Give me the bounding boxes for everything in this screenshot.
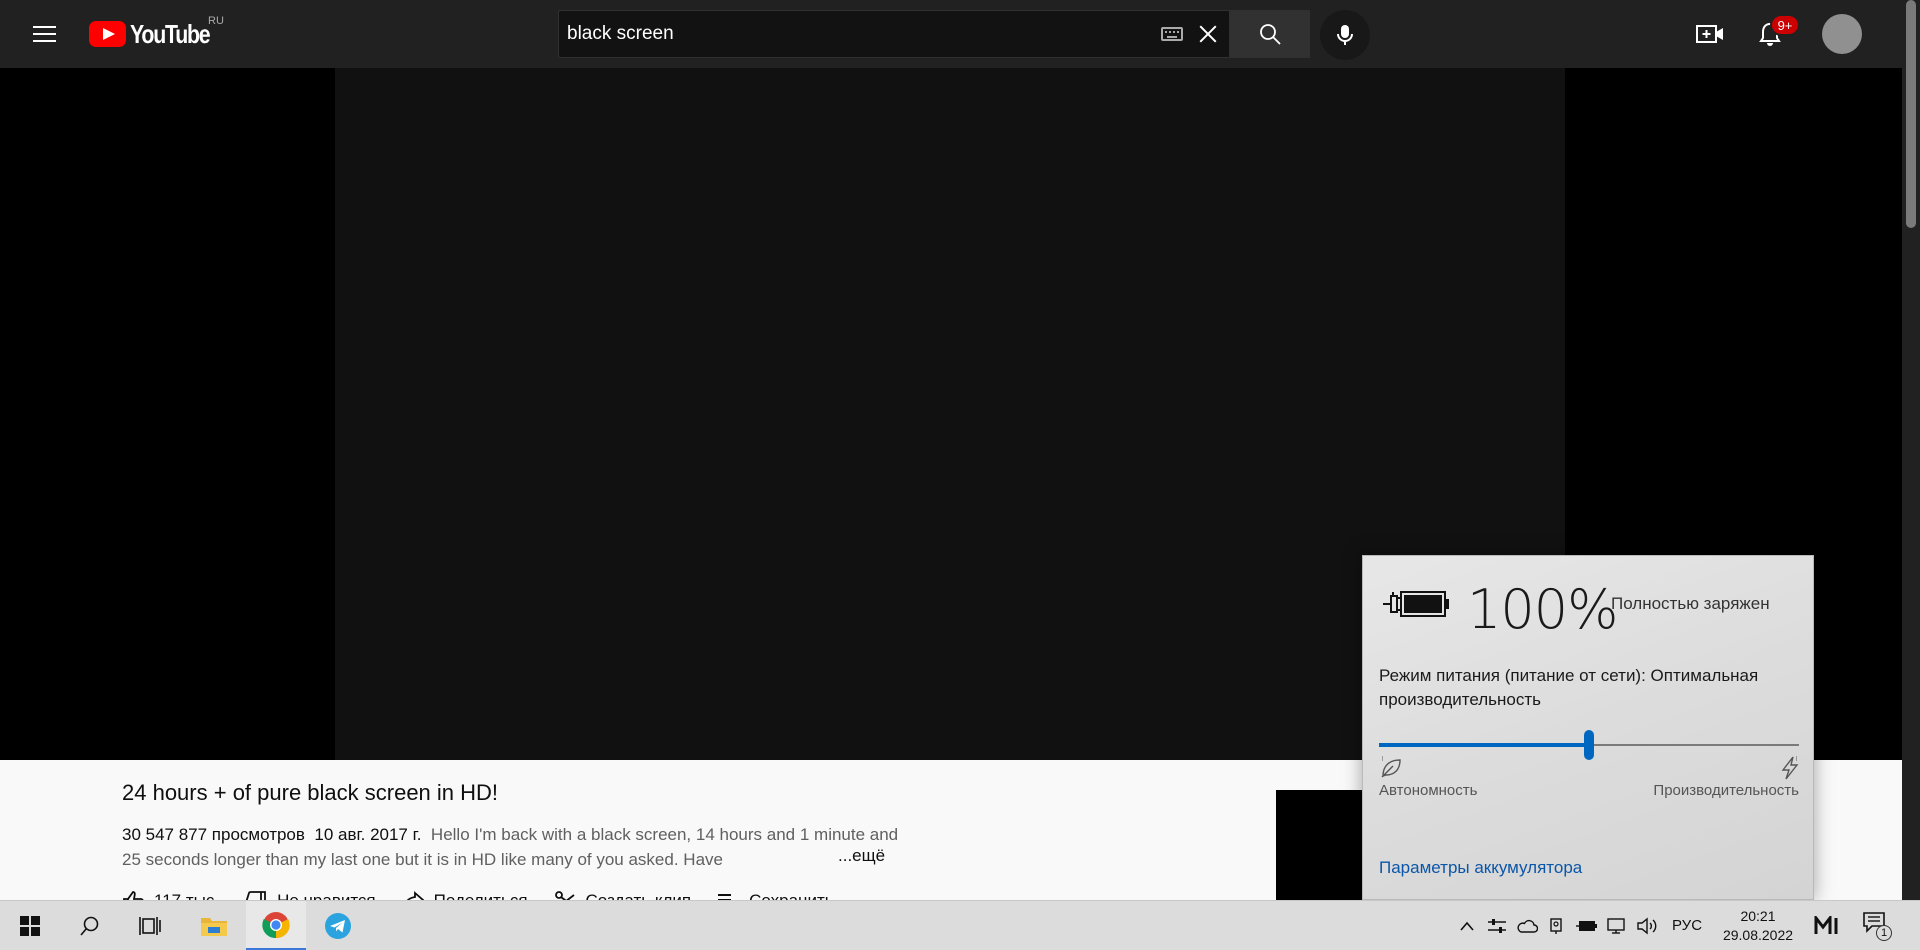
search-icon (1260, 24, 1281, 45)
keyboard-icon[interactable] (1161, 27, 1183, 41)
upload-date: 10 авг. 2017 г. (314, 825, 422, 844)
webcam-icon (1550, 918, 1562, 934)
search-icon (80, 916, 99, 936)
input-language[interactable]: РУС (1672, 917, 1702, 934)
speaker-icon (1637, 917, 1657, 935)
meet-now-icon[interactable] (1546, 916, 1568, 936)
onedrive-icon[interactable] (1516, 916, 1538, 936)
menu-icon[interactable] (24, 16, 64, 52)
battery-charging-icon (1383, 591, 1449, 617)
microphone-icon (1337, 25, 1353, 45)
avatar[interactable] (1822, 14, 1862, 54)
search-input[interactable] (559, 11, 1139, 57)
leaf-battery-saver-icon (1381, 759, 1401, 778)
windows-logo-icon (20, 916, 40, 936)
cloud-icon (1517, 919, 1538, 933)
show-more-link[interactable]: ...ещё (836, 846, 886, 866)
battery-icon (1576, 921, 1597, 931)
app-tray-icon[interactable] (1813, 916, 1843, 936)
power-mode-label: Режим питания (питание от сети): Оптимал… (1379, 666, 1759, 709)
page-scrollbar[interactable] (1902, 0, 1920, 900)
battery-saver-label: Автономность (1379, 782, 1478, 799)
lightning-performance-icon (1781, 756, 1799, 780)
clock-time: 20:21 (1740, 908, 1776, 924)
taskbar-clock[interactable]: 20:21 29.08.2022 (1708, 907, 1808, 945)
youtube-logo[interactable]: YouTube (89, 18, 227, 50)
slider-fill (1379, 743, 1589, 747)
battery-tray-icon[interactable] (1576, 916, 1598, 936)
screen: YouTube RU 9+ 24 hours + of pure black s… (0, 0, 1920, 950)
m-logo-icon (1814, 916, 1838, 934)
view-count: 30 547 877 просмотров (122, 825, 305, 844)
battery-settings-link[interactable]: Параметры аккумулятора (1379, 858, 1582, 878)
battery-percent: 100% (1467, 578, 1618, 641)
region-code: RU (208, 15, 224, 27)
search-box (558, 10, 1230, 58)
video-description[interactable]: 30 547 877 просмотров 10 авг. 2017 г. He… (122, 822, 902, 872)
chrome-button[interactable] (246, 901, 306, 950)
sliders-icon (1488, 919, 1506, 933)
video-camera-add-icon (1696, 25, 1723, 43)
tray-settings-icon[interactable] (1486, 916, 1508, 936)
search-button[interactable] (1230, 10, 1310, 58)
chrome-icon (262, 911, 290, 938)
action-center-badge: 1 (1876, 925, 1892, 941)
battery-flyout: 100% Полностью заряжен Режим питания (пи… (1362, 555, 1814, 900)
logo-text: YouTube (130, 18, 211, 49)
notification-badge: 9+ (1770, 14, 1800, 36)
start-button[interactable] (0, 901, 60, 950)
performance-label: Производительность (1653, 782, 1799, 799)
task-view-icon (139, 917, 161, 935)
battery-status: Полностью заряжен (1611, 594, 1770, 613)
scrollbar-thumb[interactable] (1906, 0, 1916, 228)
clock-date: 29.08.2022 (1722, 927, 1794, 943)
monitor-network-icon (1607, 918, 1625, 934)
telegram-button[interactable] (308, 901, 368, 950)
voice-search-button[interactable] (1320, 10, 1370, 60)
task-view-button[interactable] (120, 901, 180, 950)
chevron-up-icon (1460, 921, 1474, 931)
power-mode-slider[interactable] (1379, 730, 1799, 761)
windows-taskbar: РУС 20:21 29.08.2022 1 (0, 900, 1920, 950)
create-video-button[interactable] (1694, 18, 1726, 50)
slider-thumb[interactable] (1584, 730, 1594, 760)
clear-search-icon[interactable] (1195, 21, 1221, 47)
network-icon[interactable] (1606, 916, 1628, 936)
telegram-icon (325, 913, 351, 939)
youtube-header: YouTube RU 9+ (0, 0, 1902, 68)
show-hidden-icons-button[interactable] (1456, 916, 1478, 936)
volume-icon[interactable] (1636, 916, 1658, 936)
youtube-play-icon (89, 21, 126, 47)
taskbar-search-button[interactable] (60, 901, 120, 950)
file-explorer-button[interactable] (184, 901, 244, 950)
video-title: 24 hours + of pure black screen in HD! (122, 780, 499, 805)
file-explorer-icon (201, 918, 227, 936)
